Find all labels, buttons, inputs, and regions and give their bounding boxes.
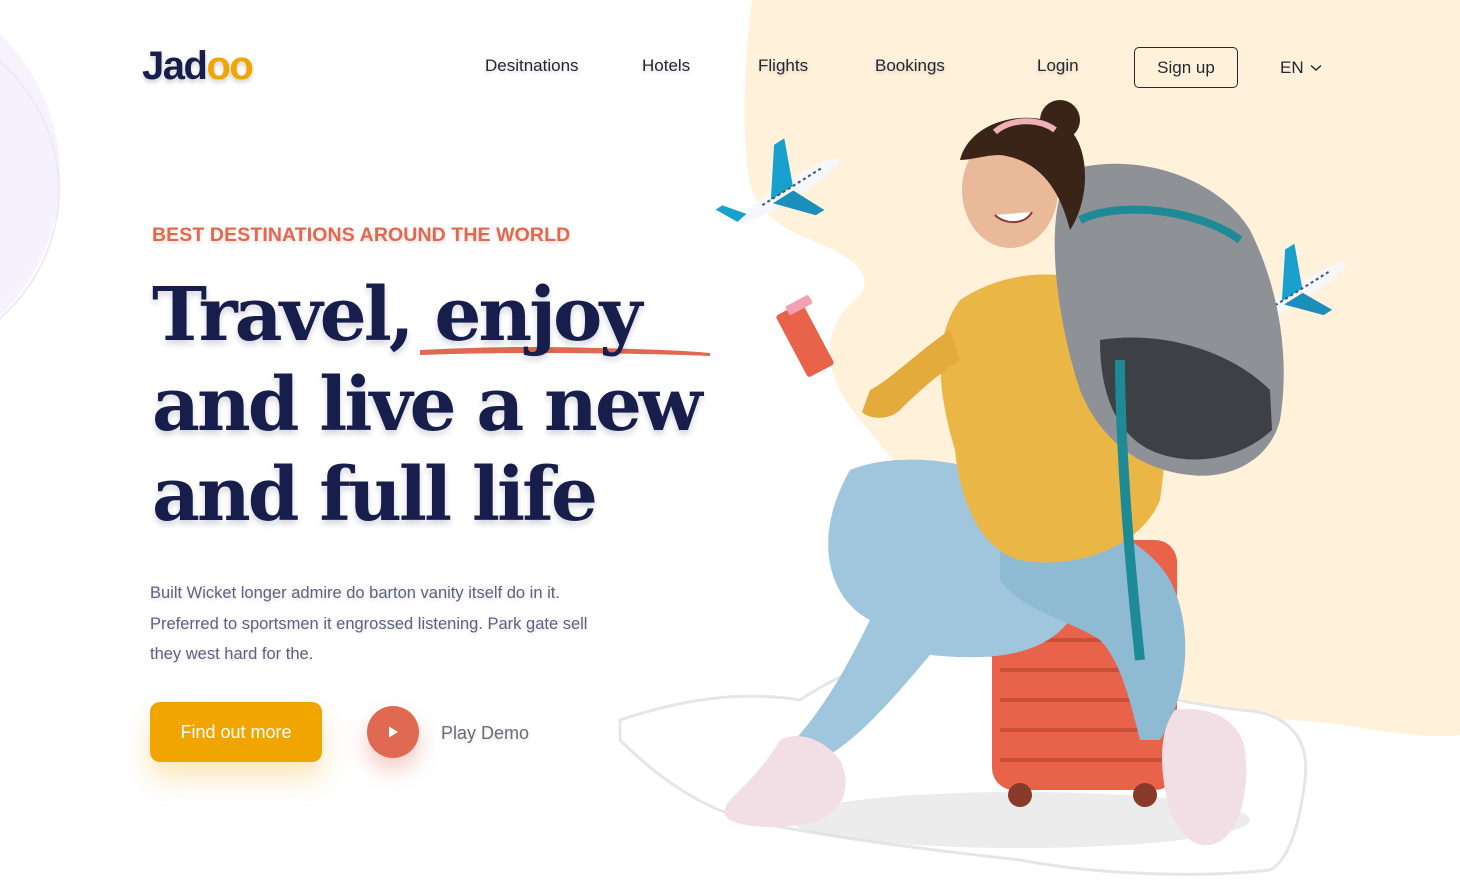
play-icon (389, 726, 398, 738)
nav-link-hotels[interactable]: Hotels (642, 56, 690, 76)
signup-button[interactable]: Sign up (1134, 47, 1238, 88)
top-navigation: Desitnations Hotels Flights Bookings Log… (0, 56, 1460, 86)
headline-line-1-start: Travel, (152, 272, 415, 358)
hero-description: Built Wicket longer admire do barton van… (150, 584, 588, 663)
find-out-more-button[interactable]: Find out more (150, 702, 322, 762)
chevron-down-icon (1310, 64, 1322, 71)
hero-eyebrow: BEST DESTINATIONS AROUND THE WORLD (152, 224, 571, 246)
language-label: EN (1280, 58, 1304, 77)
play-demo-label[interactable]: Play Demo (441, 723, 529, 744)
hero-traveler-illustration (618, 100, 1346, 876)
landing-page: Jadoo Desitnations Hotels Flights Bookin… (0, 0, 1460, 890)
play-demo-button[interactable] (367, 706, 419, 758)
nav-link-login[interactable]: Login (1037, 56, 1079, 76)
nav-link-bookings[interactable]: Bookings (875, 56, 945, 76)
language-selector[interactable]: EN (1280, 58, 1322, 78)
nav-link-destinations[interactable]: Desitnations (485, 56, 579, 76)
airplane-icon (715, 138, 840, 224)
nav-link-flights[interactable]: Flights (758, 56, 808, 76)
